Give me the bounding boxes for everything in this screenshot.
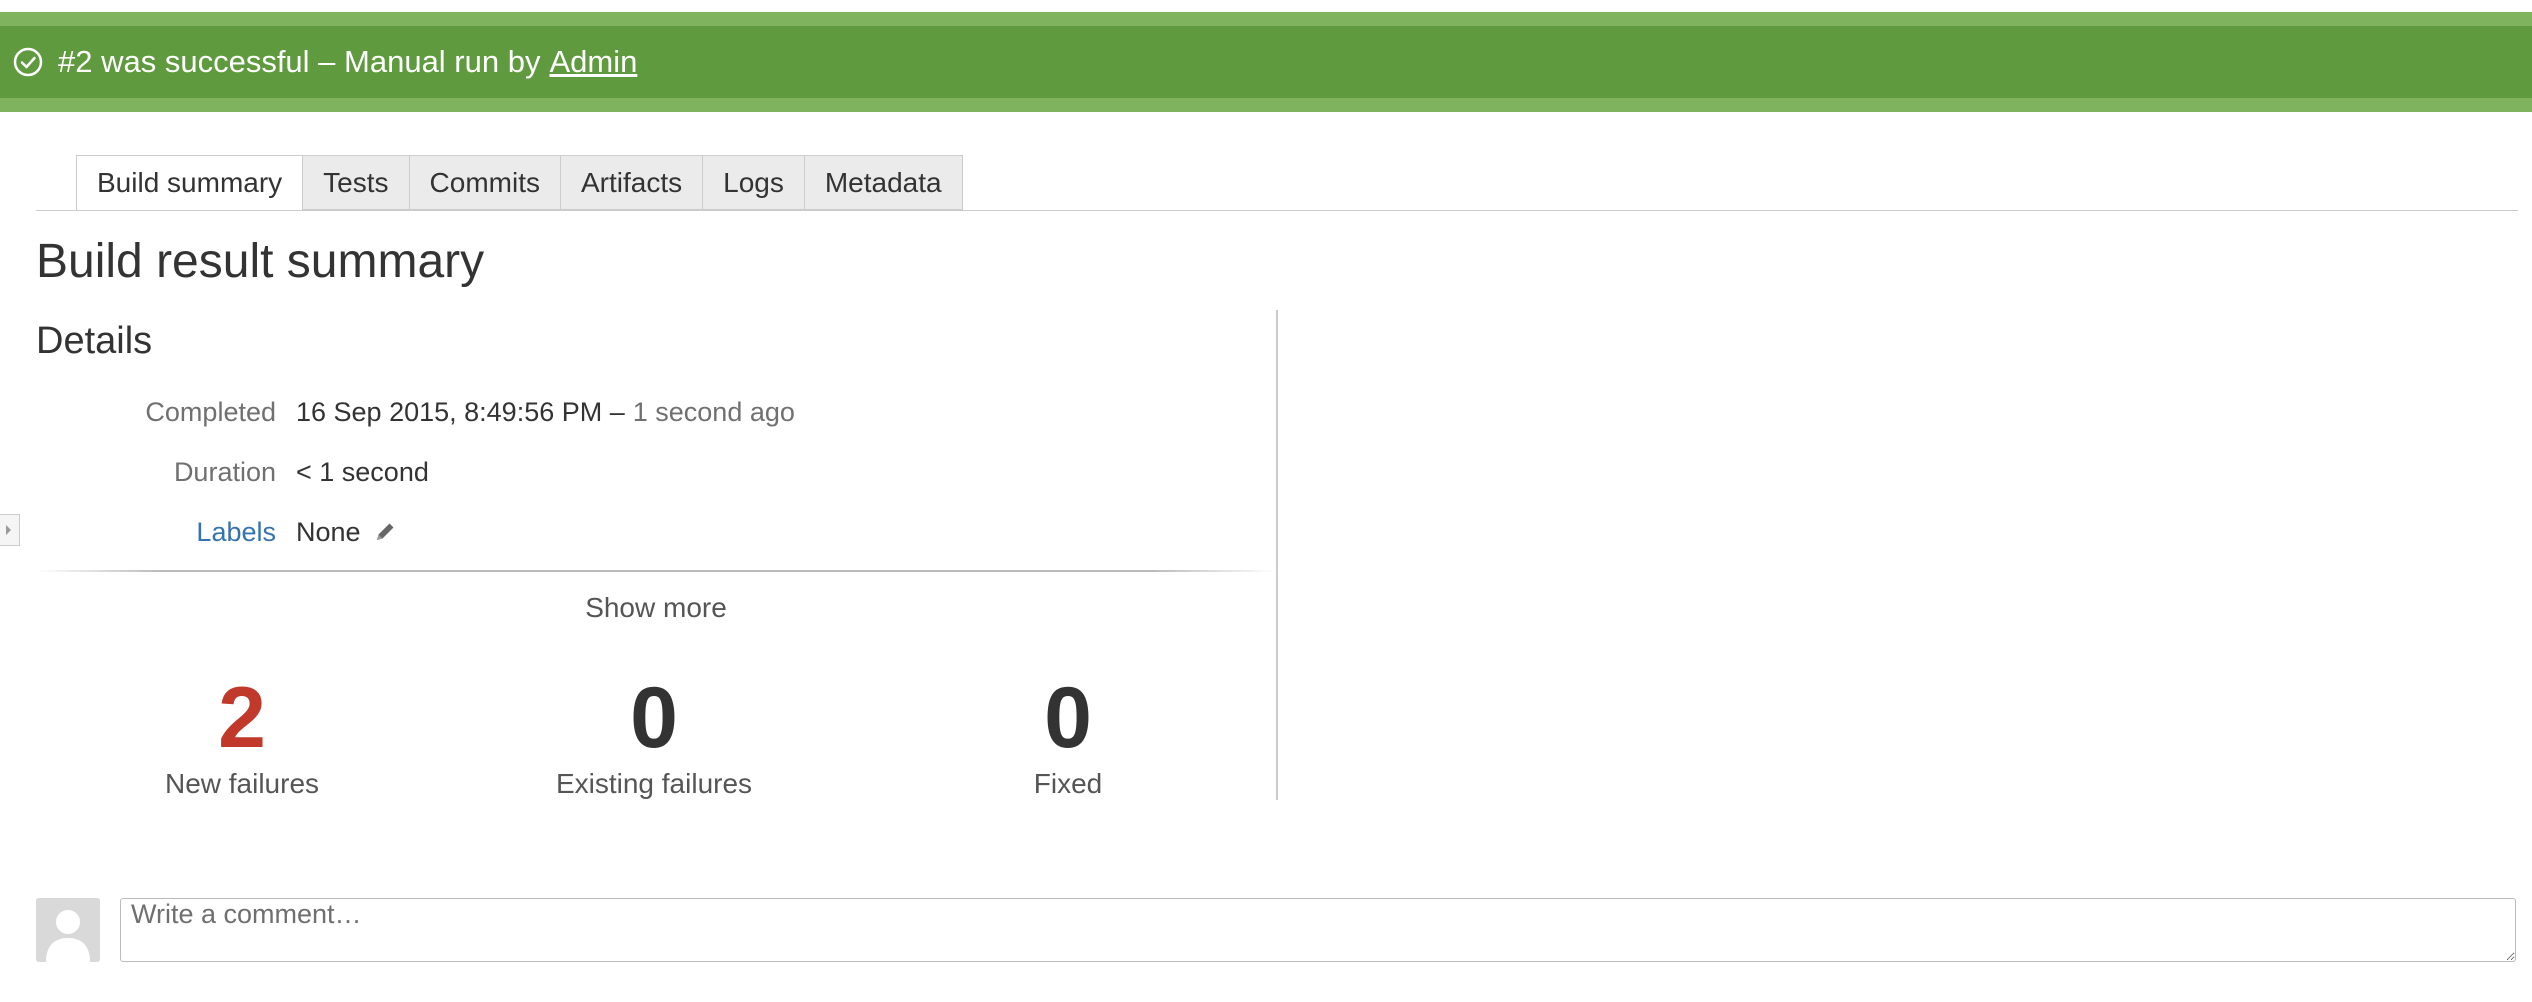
fixed-count: 0: [1044, 670, 1092, 766]
new-failures-caption: New failures: [164, 768, 320, 799]
run-by-user-link[interactable]: Admin: [549, 44, 637, 80]
duration-label: Duration: [173, 456, 276, 487]
details-panel: Details Completed 16 Sep 2015, 8:49:56 P…: [36, 310, 1276, 800]
show-more-link[interactable]: Show more: [36, 592, 1276, 624]
labels-link[interactable]: Labels: [36, 517, 296, 548]
check-circle-icon: [13, 47, 43, 77]
existing-failures-caption: Existing failures: [555, 768, 753, 799]
user-silhouette-icon: [46, 910, 90, 962]
fixed-stat[interactable]: 0 Fixed: [918, 670, 1218, 800]
completed-value: 16 Sep 2015, 8:49:56 PM –: [296, 396, 625, 427]
avatar: [36, 898, 100, 962]
details-heading: Details: [36, 320, 153, 362]
existing-failures-stat[interactable]: 0 Existing failures: [504, 670, 804, 800]
tabs-divider: [36, 210, 2518, 211]
tab-logs[interactable]: Logs: [703, 155, 805, 210]
page-title: Build result summary: [36, 235, 485, 288]
sidebar-expand-toggle[interactable]: [0, 514, 20, 546]
completed-value-group: 16 Sep 2015, 8:49:56 PM – 1 second ago: [296, 397, 795, 428]
build-status-text: #2 was successful – Manual run by: [58, 44, 541, 79]
completed-row: Completed 16 Sep 2015, 8:49:56 PM – 1 se…: [36, 392, 795, 432]
comment-input[interactable]: [120, 898, 2516, 962]
duration-value: < 1 second: [296, 456, 429, 487]
tab-artifacts[interactable]: Artifacts: [560, 155, 704, 210]
pencil-icon[interactable]: [373, 520, 397, 544]
build-status-banner: #2 was successful – Manual run by Admin: [0, 12, 2532, 112]
chevron-right-icon: [6, 525, 11, 535]
fixed-caption: Fixed: [1033, 768, 1103, 799]
duration-row: Duration < 1 second: [36, 452, 429, 492]
new-failures-count: 2: [218, 670, 266, 766]
tab-metadata[interactable]: Metadata: [804, 155, 963, 210]
column-divider: [1276, 310, 1278, 800]
new-failures-stat[interactable]: 2 New failures: [92, 670, 392, 800]
tab-commits[interactable]: Commits: [409, 155, 561, 210]
completed-relative: 1 second ago: [632, 396, 795, 427]
existing-failures-count: 0: [630, 670, 678, 766]
tab-tests[interactable]: Tests: [303, 155, 410, 210]
labels-value: None: [296, 516, 361, 547]
result-tabs: Build summary Tests Commits Artifacts Lo…: [76, 155, 963, 211]
labels-value-group: None: [296, 517, 397, 548]
labels-row: Labels None: [36, 512, 397, 552]
details-separator: [36, 570, 1276, 572]
build-status-text-row: #2 was successful – Manual run by Admin: [12, 26, 637, 98]
tab-build-summary[interactable]: Build summary: [76, 155, 304, 211]
completed-label: Completed: [145, 396, 276, 427]
